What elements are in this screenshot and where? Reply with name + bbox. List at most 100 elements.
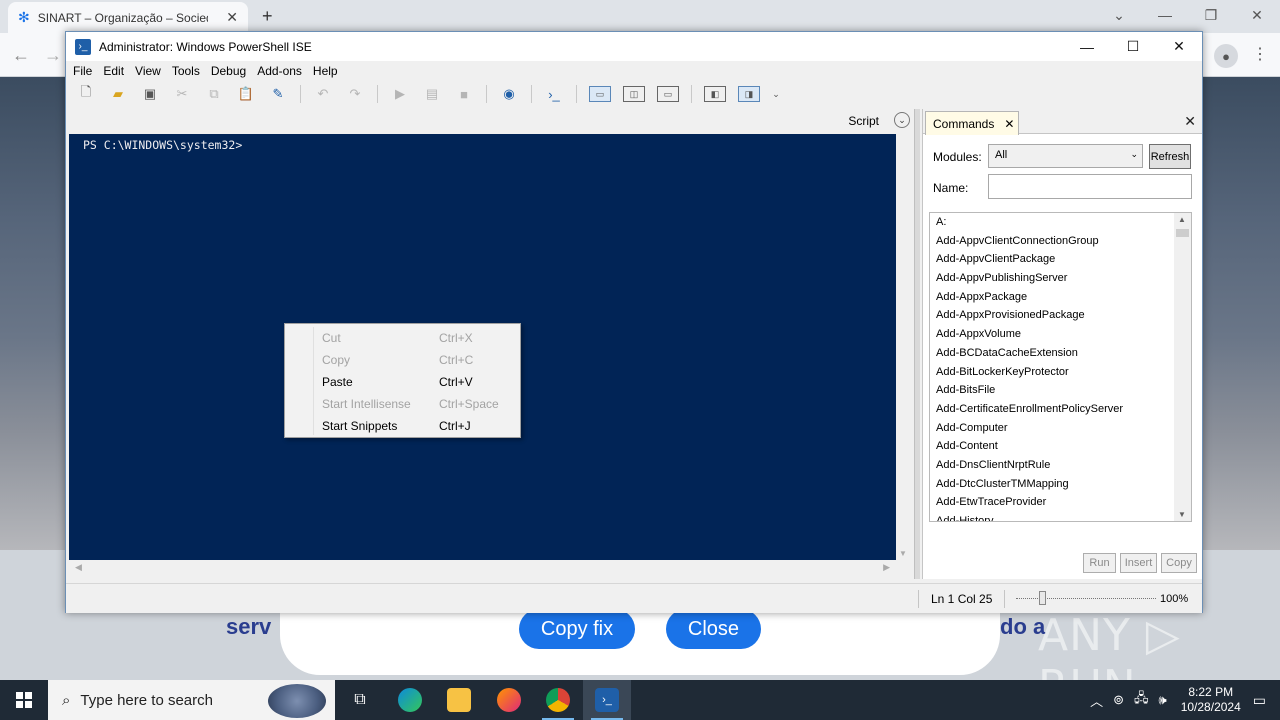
toolbar-overflow-icon[interactable]: ⌄	[772, 84, 780, 104]
scroll-right-icon[interactable]: ▶	[883, 562, 890, 573]
taskbar-edge[interactable]	[386, 680, 434, 720]
close-icon[interactable]: ✕	[1156, 32, 1202, 61]
tab-close-icon[interactable]: ✕	[226, 9, 238, 26]
menu-view[interactable]: View	[135, 64, 161, 78]
list-item[interactable]: Add-Computer	[930, 419, 1191, 438]
commands-list-scrollbar[interactable]: ▲ ▼	[1174, 213, 1191, 521]
notification-icon[interactable]: ▭	[1253, 692, 1266, 709]
copy-button[interactable]: Copy	[1161, 553, 1197, 573]
console-horizontal-scrollbar[interactable]: ◀ ▶	[69, 560, 896, 576]
browser-tab[interactable]: ✻ SINART – Organização – Socieda ✕	[8, 2, 248, 33]
forward-arrow-icon[interactable]: →	[44, 45, 62, 66]
taskbar-clock[interactable]: 8:22 PM 10/28/2024	[1181, 685, 1241, 715]
new-tab-button[interactable]: +	[262, 6, 273, 27]
save-icon[interactable]: ▣	[140, 84, 160, 104]
list-item[interactable]: Add-AppxProvisionedPackage	[930, 306, 1191, 325]
close-tab-icon[interactable]: ✕	[1004, 117, 1014, 131]
scroll-left-icon[interactable]: ◀	[75, 562, 82, 573]
remote-powershell-icon[interactable]: ◉	[499, 84, 519, 104]
taskbar-firefox[interactable]	[485, 680, 533, 720]
list-item[interactable]: Add-DtcClusterTMMapping	[930, 475, 1191, 494]
zoom-slider-thumb[interactable]	[1039, 591, 1046, 605]
taskbar-powershell-ise[interactable]: ›_	[583, 680, 631, 720]
refresh-button[interactable]: Refresh	[1149, 144, 1191, 169]
pane-splitter[interactable]	[914, 109, 920, 579]
show-command-addon-icon[interactable]: ◨	[738, 86, 760, 102]
open-folder-icon[interactable]: ▰	[108, 84, 128, 104]
list-item[interactable]: Add-BCDataCacheExtension	[930, 344, 1191, 363]
minimize-icon[interactable]: —	[1064, 32, 1110, 61]
tab-commands[interactable]: Commands ✕	[925, 111, 1019, 135]
menu-add-ons[interactable]: Add-ons	[257, 64, 302, 78]
layout-script-top-icon[interactable]: ▭	[589, 86, 611, 102]
volume-icon[interactable]: 🕪	[1159, 692, 1167, 708]
list-item[interactable]: Add-BitsFile	[930, 381, 1191, 400]
script-pane-label[interactable]: Script	[848, 114, 879, 128]
context-menu-item-cut[interactable]: Cut Ctrl+X	[285, 327, 520, 349]
cut-icon[interactable]: ✂	[172, 84, 192, 104]
paste-icon[interactable]: 📋	[236, 84, 256, 104]
menu-debug[interactable]: Debug	[211, 64, 246, 78]
list-item[interactable]: Add-DnsClientNrptRule	[930, 456, 1191, 475]
modules-dropdown[interactable]: All ⌄	[988, 144, 1143, 168]
more-menu-icon[interactable]: ⋮	[1252, 44, 1268, 64]
start-button[interactable]	[0, 680, 48, 720]
context-menu-item-start-snippets[interactable]: Start Snippets Ctrl+J	[285, 415, 520, 437]
list-item[interactable]: A:	[930, 213, 1191, 232]
show-script-pane-icon[interactable]: ◧	[704, 86, 726, 102]
tab-search-icon[interactable]: ⌄	[1096, 0, 1142, 33]
list-item[interactable]: Add-CertificateEnrollmentPolicyServer	[930, 400, 1191, 419]
back-arrow-icon[interactable]: ←	[12, 45, 30, 66]
copy-icon[interactable]: ⧉	[204, 84, 224, 104]
network-icon[interactable]: 🖧	[1134, 689, 1149, 711]
close-pane-icon[interactable]: ✕	[1184, 113, 1196, 130]
menu-edit[interactable]: Edit	[103, 64, 124, 78]
copy-fix-button[interactable]: Copy fix	[519, 609, 635, 649]
list-item[interactable]: Add-AppxPackage	[930, 288, 1191, 307]
stop-icon[interactable]: ■	[454, 84, 474, 104]
list-item[interactable]: Add-AppxVolume	[930, 325, 1191, 344]
start-powershell-icon[interactable]: ›_	[544, 84, 564, 104]
layout-script-right-icon[interactable]: ◫	[623, 86, 645, 102]
restore-icon[interactable]: ❐	[1188, 0, 1234, 33]
list-item[interactable]: Add-BitLockerKeyProtector	[930, 363, 1191, 382]
scroll-up-icon[interactable]: ▲	[1178, 215, 1186, 224]
menu-file[interactable]: File	[73, 64, 92, 78]
dialog-close-button[interactable]: Close	[666, 609, 761, 649]
taskbar-chrome[interactable]	[534, 680, 582, 720]
scroll-down-icon[interactable]: ▼	[899, 549, 907, 558]
run-script-icon[interactable]: ▶	[390, 84, 410, 104]
context-menu-item-start-intellisense[interactable]: Start Intellisense Ctrl+Space	[285, 393, 520, 415]
taskbar-file-explorer[interactable]	[435, 680, 483, 720]
run-selection-icon[interactable]: ▤	[422, 84, 442, 104]
profile-avatar-icon[interactable]: ●	[1214, 44, 1238, 68]
list-item[interactable]: Add-EtwTraceProvider	[930, 493, 1191, 512]
device-icon[interactable]: ⊚	[1113, 692, 1124, 708]
clear-console-icon[interactable]: ✎	[268, 84, 288, 104]
undo-icon[interactable]: ↶	[313, 84, 333, 104]
menu-help[interactable]: Help	[313, 64, 338, 78]
chevron-down-icon[interactable]: ⌄	[894, 112, 910, 128]
new-file-icon[interactable]: 🗋	[76, 84, 96, 104]
list-item[interactable]: Add-History	[930, 512, 1191, 521]
maximize-icon[interactable]: ☐	[1110, 32, 1156, 61]
zoom-slider-track[interactable]	[1016, 598, 1156, 599]
name-filter-input[interactable]	[988, 174, 1192, 199]
insert-button[interactable]: Insert	[1120, 553, 1157, 573]
list-item[interactable]: Add-AppvClientPackage	[930, 250, 1191, 269]
layout-script-max-icon[interactable]: ▭	[657, 86, 679, 102]
context-menu-item-copy[interactable]: Copy Ctrl+C	[285, 349, 520, 371]
redo-icon[interactable]: ↷	[345, 84, 365, 104]
scrollbar-thumb[interactable]	[1176, 229, 1189, 237]
close-icon[interactable]: ✕	[1234, 0, 1280, 33]
console-vertical-scrollbar[interactable]: ▼	[896, 134, 910, 560]
list-item[interactable]: Add-Content	[930, 437, 1191, 456]
context-menu-item-paste[interactable]: Paste Ctrl+V	[285, 371, 520, 393]
list-item[interactable]: Add-AppvClientConnectionGroup	[930, 232, 1191, 251]
chevron-up-icon[interactable]: ︿	[1090, 691, 1103, 710]
task-view-button[interactable]: ⧉	[336, 680, 384, 720]
list-item[interactable]: Add-AppvPublishingServer	[930, 269, 1191, 288]
menu-tools[interactable]: Tools	[172, 64, 200, 78]
minimize-icon[interactable]: —	[1142, 0, 1188, 33]
run-button[interactable]: Run	[1083, 553, 1116, 573]
